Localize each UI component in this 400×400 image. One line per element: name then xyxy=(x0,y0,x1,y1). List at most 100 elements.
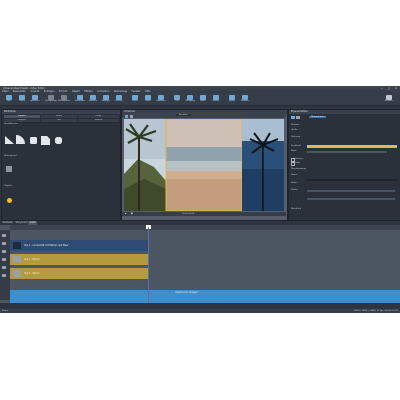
undo-icon xyxy=(48,94,54,100)
properties-panel: Eigenschaften Übernehmen Position Größe … xyxy=(288,109,400,221)
apply-button[interactable]: Übernehmen xyxy=(309,115,327,118)
photo-center xyxy=(166,119,242,211)
properties-title: Eigenschaften xyxy=(289,110,400,114)
prop-effect: Effekt xyxy=(294,161,301,164)
prop-strength: Stärke xyxy=(291,189,298,191)
track-video-icon[interactable] xyxy=(1,258,6,261)
music-icon xyxy=(200,94,206,100)
delete-icon xyxy=(116,94,122,100)
track-eye-icon[interactable] xyxy=(1,242,6,245)
strength-slider[interactable] xyxy=(307,190,395,192)
playhead-line xyxy=(148,227,149,303)
clip-1-label: Clip 1 - Landschaft mit Palmen und Meer xyxy=(24,244,69,247)
border-slider[interactable] xyxy=(307,151,387,153)
opacity-slider[interactable] xyxy=(307,145,397,148)
folded-shape[interactable] xyxy=(41,136,50,145)
toolbar-title-button[interactable]: Titel xyxy=(170,94,184,105)
sun-object[interactable] xyxy=(7,198,12,203)
toolbar-paste-button[interactable]: Einfügen xyxy=(99,94,113,105)
quarter-circle-shape[interactable] xyxy=(16,135,25,144)
tab-objects[interactable]: Objekte xyxy=(3,117,41,123)
background-swatch[interactable] xyxy=(6,166,12,172)
section-objects: Objekte xyxy=(4,185,13,187)
toolbar-export-button[interactable]: Export xyxy=(225,94,239,105)
toolbar-copy-button[interactable]: Kopieren xyxy=(86,94,100,105)
photo-left xyxy=(124,119,166,211)
props-link-icon[interactable] xyxy=(296,116,300,119)
triangle-shape[interactable] xyxy=(5,136,14,144)
track-gutter xyxy=(0,230,10,300)
preview-canvas[interactable] xyxy=(124,119,284,211)
clip-2-label: Clip 2 - Strand xyxy=(24,258,40,261)
paste-icon xyxy=(103,94,109,100)
timecode: 00:00:00:00 xyxy=(182,212,195,215)
toolbar-zoom-button[interactable]: Zoom xyxy=(141,94,155,105)
clip-3-label: Clip 3 - Strand xyxy=(24,272,40,275)
cut-icon xyxy=(77,94,83,100)
toolbar-cut-button[interactable]: Schneiden xyxy=(73,94,87,105)
section-background: Hintergrund xyxy=(4,155,17,157)
track-clip-2[interactable]: Clip 2 - Strand xyxy=(10,254,148,265)
prop-size: Größe xyxy=(291,129,298,131)
new-icon xyxy=(6,94,12,100)
softness-slider[interactable] xyxy=(307,198,395,200)
title-icon xyxy=(174,94,180,100)
library-panel: Bibliothek Formen Linien Pfeile Objekte … xyxy=(1,109,121,221)
status-left: Bereit xyxy=(2,309,9,312)
toolbar-fit-button[interactable]: Anpassen xyxy=(154,94,168,105)
user-button[interactable]: Benutzer xyxy=(380,95,398,104)
toolbar-redo-button[interactable]: Wiederholen xyxy=(57,94,71,105)
toolbar-save-button[interactable]: Speichern xyxy=(28,94,42,105)
prop-opacity: Deckkraft xyxy=(291,145,302,147)
track-lock-icon[interactable] xyxy=(1,234,6,237)
track-text-icon[interactable] xyxy=(1,266,6,269)
square-shape[interactable] xyxy=(30,137,37,144)
redo-icon xyxy=(61,94,67,100)
copy-icon xyxy=(90,94,96,100)
prop-softness: Weichheit xyxy=(291,208,302,210)
toolbar-split-button[interactable]: Teilen xyxy=(128,94,142,105)
status-bar: Bereit 100% | 1920 x 1080 | 25 fps | 00:… xyxy=(0,309,400,313)
timeline-ruler[interactable] xyxy=(10,225,400,230)
toolbar-undo-button[interactable]: Rückgängig xyxy=(44,94,58,105)
track-audio[interactable]: Objekte hier ablegen xyxy=(10,290,400,303)
render-icon xyxy=(242,94,248,100)
toolbar-render-button[interactable]: Rendern xyxy=(238,94,252,105)
photo-right xyxy=(242,119,284,211)
open-icon xyxy=(19,94,25,100)
rounded-square-shape[interactable] xyxy=(55,137,62,144)
selection-dropdown[interactable]: Auswahl xyxy=(176,114,191,116)
toolbar-music-button[interactable]: Musik xyxy=(196,94,210,105)
track-clip-3[interactable]: Clip 3 - Strand xyxy=(10,268,148,279)
status-right: 100% | 1920 x 1080 | 25 fps | 00:00:12:1… xyxy=(353,309,398,312)
track-fx-icon[interactable] xyxy=(1,274,6,277)
toolbar-open-button[interactable]: Öffnen xyxy=(15,94,29,105)
main-toolbar: Neu Öffnen Speichern Rückgängig Wiederho… xyxy=(0,94,400,106)
effects-icon xyxy=(213,94,219,100)
save-icon xyxy=(32,94,38,100)
play-icon[interactable]: ▶ xyxy=(125,213,127,215)
tab-text[interactable]: Text xyxy=(40,117,78,123)
track-clip-1[interactable]: Clip 1 - Landschaft mit Palmen und Meer xyxy=(10,240,148,251)
clip-3-thumbnail xyxy=(13,269,21,277)
select-tool-icon[interactable] xyxy=(125,114,128,118)
export-icon xyxy=(229,94,235,100)
preview-toolbar: Auswahl xyxy=(122,114,286,118)
track-audio-icon[interactable] xyxy=(1,250,6,253)
hand-tool-icon[interactable] xyxy=(130,114,133,118)
color-bar[interactable] xyxy=(307,179,397,181)
zoom-icon xyxy=(145,94,151,100)
stop-icon[interactable]: ■ xyxy=(131,213,133,215)
clip-2-thumbnail xyxy=(13,255,21,263)
fit-icon xyxy=(158,94,164,100)
tab-media[interactable]: Medien xyxy=(77,117,120,123)
props-mode-icon[interactable] xyxy=(291,116,295,119)
prop-position: Position xyxy=(291,124,300,126)
split-icon xyxy=(132,94,138,100)
toolbar-new-button[interactable]: Neu xyxy=(2,94,16,105)
toolbar-effects-button[interactable]: Effekte xyxy=(209,94,223,105)
toolbar-transition-button[interactable]: Übergang xyxy=(183,94,197,105)
prop-shadow: Schatten xyxy=(294,157,304,160)
transition-icon xyxy=(187,94,193,100)
toolbar-delete-button[interactable]: Löschen xyxy=(112,94,126,105)
